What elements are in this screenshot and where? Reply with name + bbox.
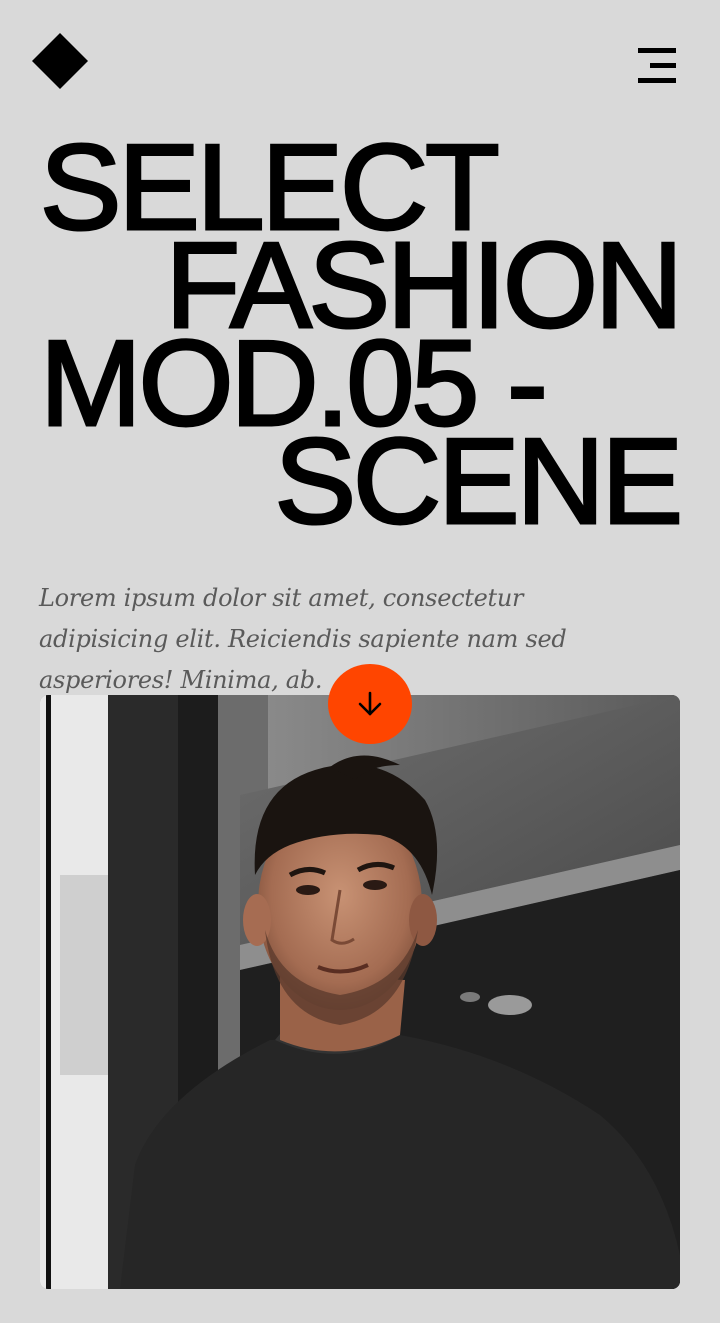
hero-tagline: Lorem ipsum dolor sit amet, consectetur … <box>39 584 567 694</box>
arrow-down-icon <box>358 691 382 716</box>
model-photo-illustration <box>40 695 680 1289</box>
scroll-down-button[interactable] <box>328 664 412 744</box>
hamburger-menu-icon <box>638 48 676 83</box>
headline-line-4: SCENE <box>273 413 684 549</box>
menu-button[interactable] <box>634 44 680 86</box>
hero-photo <box>40 695 680 1289</box>
diamond-icon <box>32 33 88 89</box>
logo-button[interactable] <box>32 33 88 89</box>
